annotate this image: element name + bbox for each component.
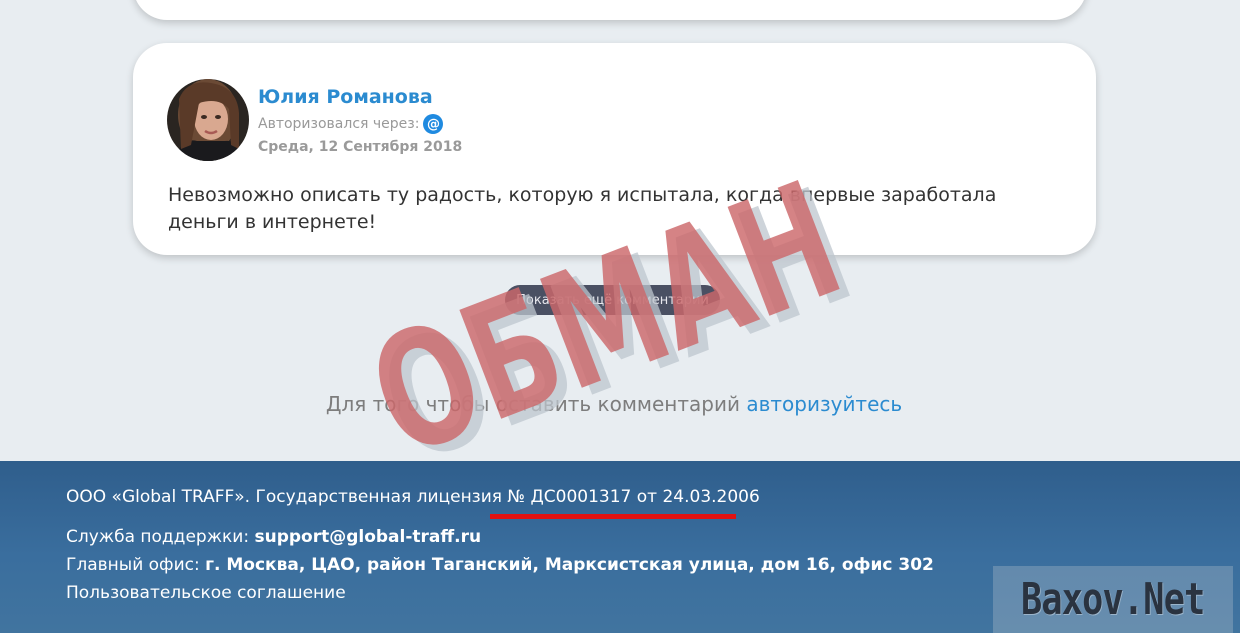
- avatar[interactable]: [167, 79, 249, 161]
- login-link[interactable]: авторизуйтесь: [746, 392, 902, 416]
- license-number: № ДС0001317 от 24.03.2006: [507, 487, 760, 507]
- license-underline: [490, 514, 736, 519]
- login-prompt: Для того чтобы оставить комментарий авто…: [0, 392, 1228, 416]
- comment-date: Среда, 12 Сентября 2018: [258, 139, 463, 155]
- login-prompt-text: Для того чтобы оставить комментарий: [325, 392, 740, 416]
- support-line: Служба поддержки: support@global-traff.r…: [66, 527, 481, 547]
- license-prefix: ООО «Global TRAFF». Государственная лице…: [66, 487, 502, 507]
- avatar-image: [167, 79, 249, 161]
- comment-text: Невозможно описать ту радость, которую я…: [168, 184, 997, 233]
- user-agreement-link[interactable]: Пользовательское соглашение: [66, 583, 346, 603]
- auth-method: Авторизовался через: @: [258, 114, 444, 134]
- office-label: Главный офис:: [66, 555, 200, 575]
- at-sign-icon: @: [423, 114, 444, 134]
- auth-label: Авторизовался через:: [258, 116, 420, 132]
- office-address: г. Москва, ЦАО, район Таганский, Марксис…: [205, 555, 934, 575]
- show-more-comments-button[interactable]: Показать ещё комментарии: [505, 285, 720, 315]
- license-line: ООО «Global TRAFF». Государственная лице…: [66, 487, 760, 507]
- office-line: Главный офис: г. Москва, ЦАО, район Тага…: [66, 555, 934, 575]
- support-label: Служба поддержки:: [66, 527, 250, 547]
- support-email[interactable]: support@global-traff.ru: [254, 527, 481, 547]
- comment-card: Юлия Романова Авторизовался через: @ Сре…: [133, 43, 1096, 255]
- author-name[interactable]: Юлия Романова: [258, 86, 433, 108]
- watermark-text: Baxov.Net: [1021, 574, 1205, 625]
- previous-comment-card: [133, 0, 1087, 20]
- watermark: Baxov.Net: [993, 566, 1233, 633]
